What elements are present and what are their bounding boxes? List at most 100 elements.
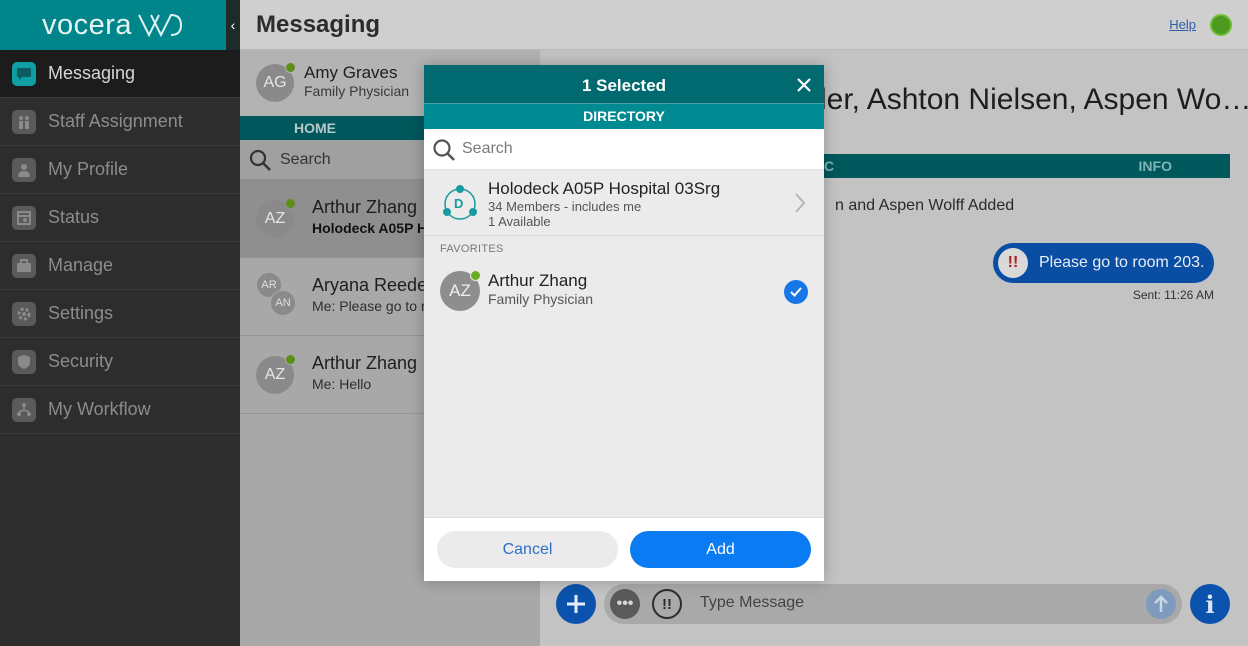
sidebar-item-label: Status (48, 207, 100, 227)
search-icon (249, 149, 271, 171)
sidebar-item-label: Security (48, 351, 114, 371)
favorite-contact-item[interactable]: AZ Arthur Zhang Family Physician (424, 263, 824, 319)
page-title: Messaging (256, 11, 381, 38)
tab-conversation[interactable]: C (824, 158, 834, 174)
directory-badge: D (454, 196, 464, 211)
sidebar-item-label: Staff Assignment (48, 111, 183, 131)
tab-directory[interactable]: DIRECTORY (424, 104, 824, 129)
sidebar-item-my-workflow[interactable]: My Workflow (0, 386, 240, 434)
directory-search-input[interactable] (462, 129, 812, 169)
directory-name: Holodeck A05P Hospital 03Srg (488, 179, 721, 198)
sidebar-item-settings[interactable]: Settings (0, 290, 240, 338)
conversation-name: Arthur Zhang (312, 353, 418, 373)
message-timestamp: Sent: 11:26 AM (1132, 288, 1214, 302)
top-bar: Messaging Help (240, 0, 1248, 50)
search-icon (433, 139, 455, 161)
plus-icon (567, 595, 585, 613)
staff-icon (12, 109, 36, 134)
dialog-footer: Cancel Add (424, 517, 824, 581)
more-icon: ••• (616, 595, 634, 612)
current-user-name: Amy Graves (304, 63, 398, 82)
sidebar-item-my-profile[interactable]: My Profile (0, 146, 240, 194)
sidebar-item-label: My Profile (48, 159, 129, 179)
avatar-initials: AN (275, 297, 291, 309)
sidebar-item-manage[interactable]: Manage (0, 242, 240, 290)
avatar-initials: AZ (449, 281, 471, 300)
arrow-up-icon (1154, 595, 1168, 612)
sidebar: vocera ‹ Messaging Staff Assignment My P… (0, 0, 240, 646)
search-input[interactable]: Search (280, 151, 331, 169)
sidebar-item-label: My Workflow (48, 399, 151, 419)
message-bubble[interactable]: !! Please go to room 203. (993, 243, 1214, 283)
conversation-preview: Me: Hello (312, 376, 372, 392)
cancel-button[interactable]: Cancel (437, 531, 618, 568)
presence-status-indicator[interactable] (1210, 14, 1232, 36)
gear-icon (12, 301, 36, 326)
message-composer: ••• !! Type Message i (556, 584, 1232, 624)
close-icon[interactable] (794, 75, 814, 95)
add-attachment-button[interactable] (556, 584, 596, 624)
conversation-preview: Me: Please go to r (312, 298, 426, 314)
select-recipients-dialog: 1 Selected DIRECTORY D Holodeck A05P Hos… (424, 65, 824, 581)
info-button[interactable]: i (1190, 584, 1230, 624)
sidebar-item-status[interactable]: Status (0, 194, 240, 242)
avatar-initials: AZ (264, 366, 286, 383)
person-icon (12, 157, 36, 182)
workflow-icon (12, 397, 36, 422)
urgent-toggle-button[interactable]: !! (652, 589, 682, 619)
sidebar-item-security[interactable]: Security (0, 338, 240, 386)
contact-name: Arthur Zhang (488, 271, 588, 290)
urgent-icon: !! (662, 595, 672, 613)
avatar-initials: AG (263, 74, 287, 91)
brand-bar: vocera ‹ (0, 0, 240, 50)
send-button[interactable] (1146, 589, 1176, 619)
conversation-name: Aryana Reede (312, 275, 428, 295)
chevron-left-icon: ‹ (230, 17, 236, 33)
online-status-dot (285, 198, 296, 209)
collapse-sidebar-button[interactable]: ‹ (226, 0, 240, 50)
status-icon (12, 205, 36, 230)
contact-role: Family Physician (488, 291, 594, 307)
message-input[interactable]: Type Message (700, 594, 804, 612)
add-button[interactable]: Add (630, 531, 811, 568)
chat-bubble-icon (12, 61, 36, 86)
urgent-icon: !! (998, 248, 1028, 278)
help-link[interactable]: Help (1169, 17, 1196, 32)
online-status-dot (285, 354, 296, 365)
favorites-section-label: FAVORITES (440, 243, 504, 255)
checkmark-icon (790, 287, 802, 297)
current-user-role: Family Physician (304, 83, 410, 99)
online-status-dot (470, 270, 481, 281)
chat-title: ler, Ashton Nielsen, Aspen Wo… (820, 83, 1248, 116)
briefcase-icon (12, 253, 36, 278)
vocera-logo-icon (138, 13, 183, 37)
sidebar-item-label: Settings (48, 303, 114, 323)
sidebar-item-messaging[interactable]: Messaging (0, 50, 240, 98)
sidebar-item-label: Messaging (48, 63, 136, 83)
info-icon: i (1205, 589, 1215, 619)
message-text: Please go to room 203. (1039, 254, 1205, 271)
online-status-dot (285, 62, 296, 73)
directory-search (424, 129, 824, 170)
chevron-right-icon (795, 193, 806, 213)
chat-tabs: C INFO (824, 154, 1230, 178)
avatar-initials: AR (261, 279, 277, 291)
selected-checkbox[interactable] (784, 280, 808, 304)
system-message: n and Aspen Wolff Added (835, 197, 1015, 214)
directory-group-item[interactable]: D Holodeck A05P Hospital 03Srg 34 Member… (424, 170, 824, 236)
tab-info[interactable]: INFO (1139, 158, 1172, 174)
compose-bar: ••• !! Type Message (604, 584, 1182, 624)
avatar: AN (270, 290, 296, 316)
conversation-preview: Holodeck A05P Ho (312, 220, 436, 236)
avatar-initials: AZ (264, 210, 286, 227)
conversation-name: Arthur Zhang (312, 197, 418, 217)
sidebar-item-staff-assignment[interactable]: Staff Assignment (0, 98, 240, 146)
brand-name: vocera (42, 8, 133, 41)
shield-icon (12, 349, 36, 374)
directory-available: 1 Available (488, 214, 551, 229)
dialog-header: 1 Selected (424, 65, 824, 104)
sidebar-item-label: Manage (48, 255, 114, 275)
more-options-button[interactable]: ••• (610, 589, 640, 619)
directory-members: 34 Members - includes me (488, 199, 642, 214)
dialog-title: 1 Selected (581, 76, 667, 95)
